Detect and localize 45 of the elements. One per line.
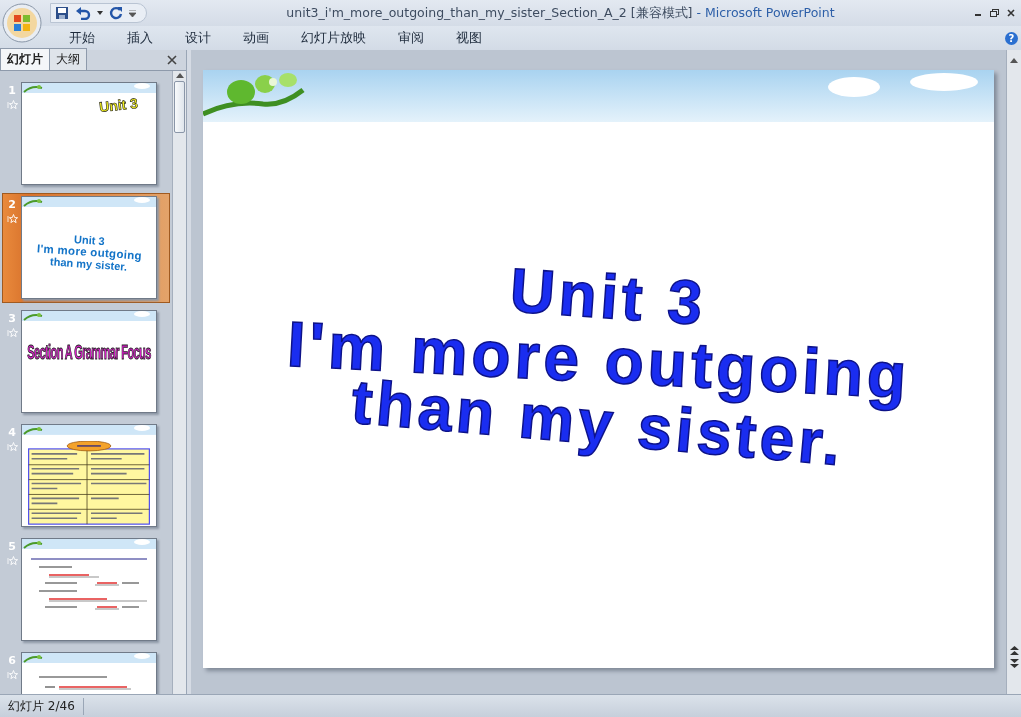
ribbon-tab[interactable]: 幻灯片放映 <box>290 26 377 50</box>
ribbon-tab[interactable]: 视图 <box>445 26 493 50</box>
document-title: unit3_i'm_more_outgoing_than_my_sister_Section_A_2 [兼容模式] <box>286 4 693 20</box>
dropdown-arrow-icon[interactable] <box>97 11 103 15</box>
restore-icon[interactable] <box>990 9 999 17</box>
close-icon[interactable] <box>167 55 177 65</box>
ribbon-tab[interactable]: 动画 <box>232 26 280 50</box>
ribbon-tab[interactable]: 插入 <box>116 26 164 50</box>
slide-thumbnail-item[interactable]: 2 Unit 3 I'm more outgoing than my sister. <box>2 193 170 303</box>
slide-number: 2 <box>8 198 16 211</box>
slide-number: 4 <box>8 426 16 439</box>
slide-title: Section A Grammar Focus <box>27 339 151 363</box>
scroll-up-icon[interactable] <box>1010 58 1018 63</box>
save-icon[interactable] <box>55 6 69 20</box>
slide-title-line: Unit 3 <box>73 233 105 247</box>
panel-tab[interactable]: 大纲 <box>49 48 87 70</box>
ribbon-tab[interactable]: 审阅 <box>387 26 435 50</box>
animation-star-icon <box>6 442 18 452</box>
scroll-up-icon[interactable] <box>175 73 184 78</box>
ribbon-tab[interactable]: 设计 <box>174 26 222 50</box>
slide-number: 6 <box>8 654 16 667</box>
animation-star-icon <box>6 328 18 338</box>
scroll-thumb[interactable] <box>174 81 185 133</box>
redo-icon[interactable] <box>109 6 123 20</box>
app-name: - Microsoft PowerPoint <box>696 4 835 20</box>
help-button[interactable]: ? <box>1005 31 1018 45</box>
previous-slide-icon[interactable] <box>1009 646 1019 655</box>
customize-toolbar-icon[interactable] <box>129 9 136 17</box>
animation-star-icon <box>6 214 18 224</box>
next-slide-icon[interactable] <box>1009 659 1019 668</box>
scrollbar[interactable] <box>172 71 186 694</box>
slide-number: 5 <box>8 540 16 553</box>
slide-title-line: Unit 3 <box>508 259 709 335</box>
slide-number: 3 <box>8 312 16 325</box>
close-icon[interactable] <box>1007 9 1015 17</box>
slide-counter: 幻灯片 2/46 <box>0 697 84 715</box>
undo-icon[interactable] <box>75 6 91 20</box>
ribbon-tab[interactable]: 开始 <box>58 26 106 50</box>
animation-star-icon <box>6 670 18 680</box>
panel-tab[interactable]: 幻灯片 <box>0 48 50 70</box>
animation-star-icon <box>6 100 18 110</box>
slide-number: 1 <box>8 84 16 97</box>
slide-thumbnail-item[interactable]: 3 Section A Grammar Focus <box>2 307 170 417</box>
animation-star-icon <box>6 556 18 566</box>
slide-title: Unit 3 <box>98 95 139 115</box>
